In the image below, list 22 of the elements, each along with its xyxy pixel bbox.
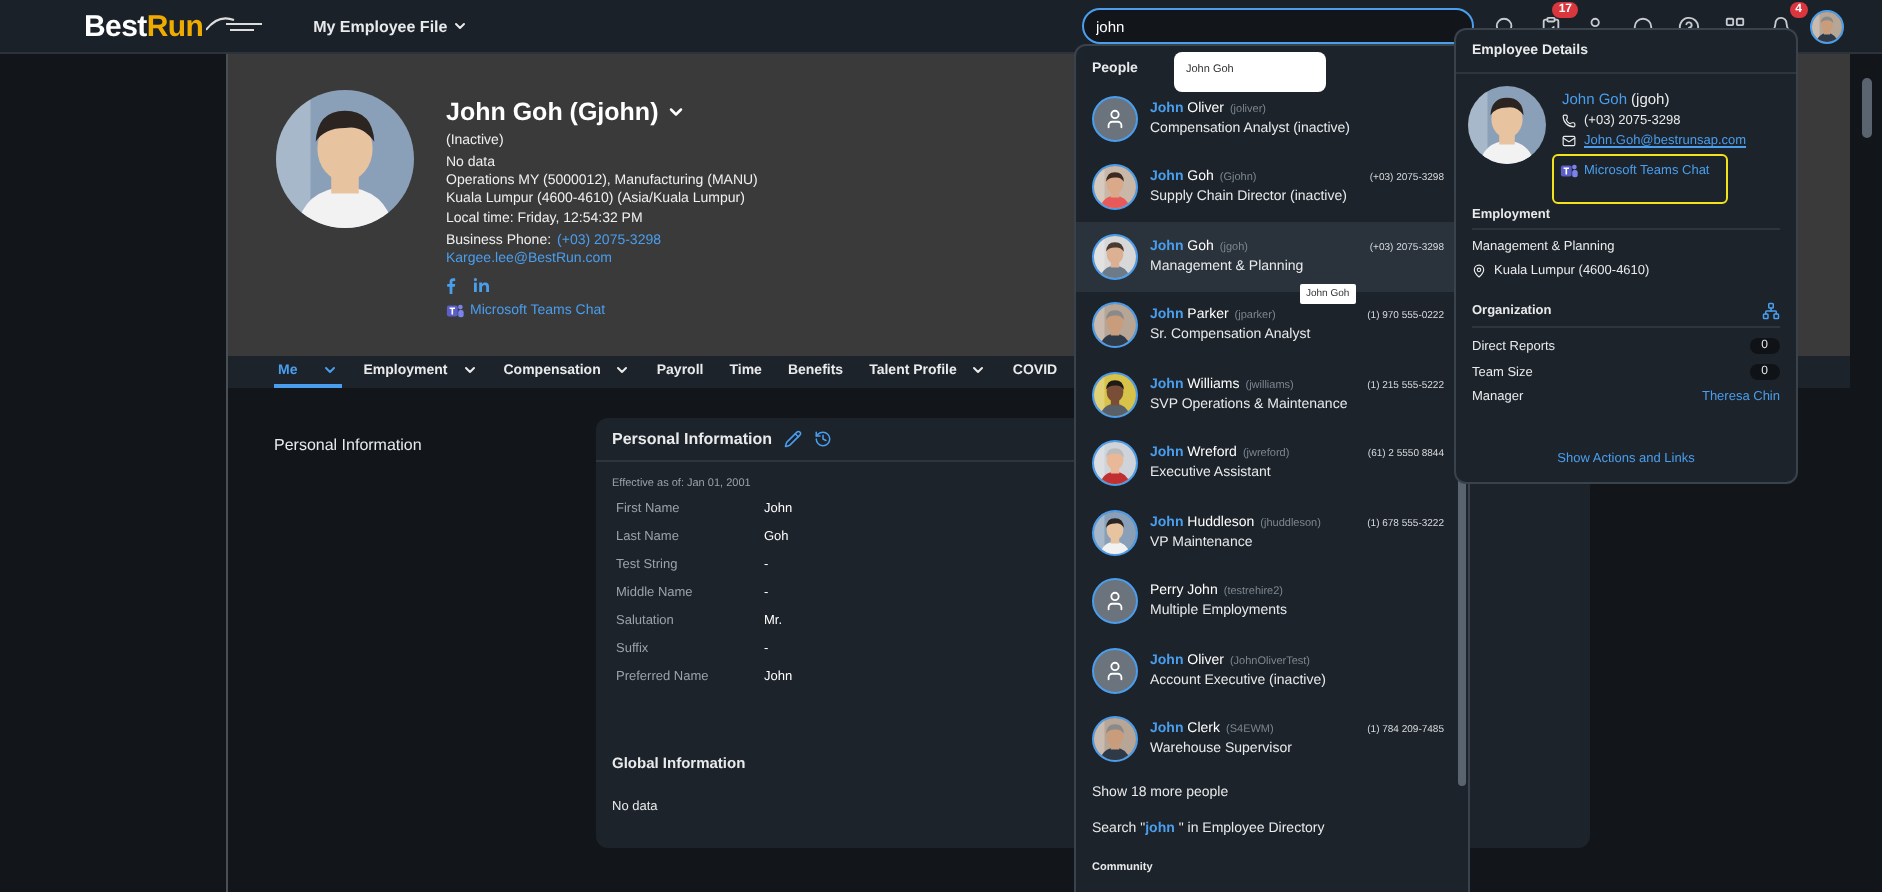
location-pin-icon — [1472, 264, 1486, 278]
person-placeholder-icon — [1092, 647, 1138, 694]
scrollbar-thumb[interactable] — [1861, 78, 1871, 138]
mail-icon — [1562, 134, 1576, 148]
caret-icon — [451, 18, 468, 34]
facebook-icon[interactable] — [446, 278, 456, 295]
chevron-down-icon — [666, 102, 687, 122]
user-avatar[interactable] — [1810, 9, 1844, 43]
employee-name-menu[interactable]: John Goh (Gjohn) — [446, 98, 758, 126]
linkedin-icon[interactable] — [474, 278, 490, 293]
org-chart-icon[interactable] — [1762, 302, 1780, 320]
phone-icon — [1562, 114, 1576, 128]
card-title: Personal Information — [612, 430, 773, 448]
person-placeholder-icon — [1092, 95, 1138, 142]
teams-icon — [446, 302, 464, 321]
page-title-menu[interactable]: My Employee File — [313, 17, 468, 35]
edit-icon[interactable] — [784, 430, 803, 448]
person-placeholder-icon — [1092, 578, 1138, 625]
teams-icon — [1560, 162, 1578, 180]
section-label: Personal Information — [274, 434, 424, 458]
history-icon[interactable] — [814, 430, 833, 448]
logo[interactable]: BestRun — [84, 9, 204, 43]
